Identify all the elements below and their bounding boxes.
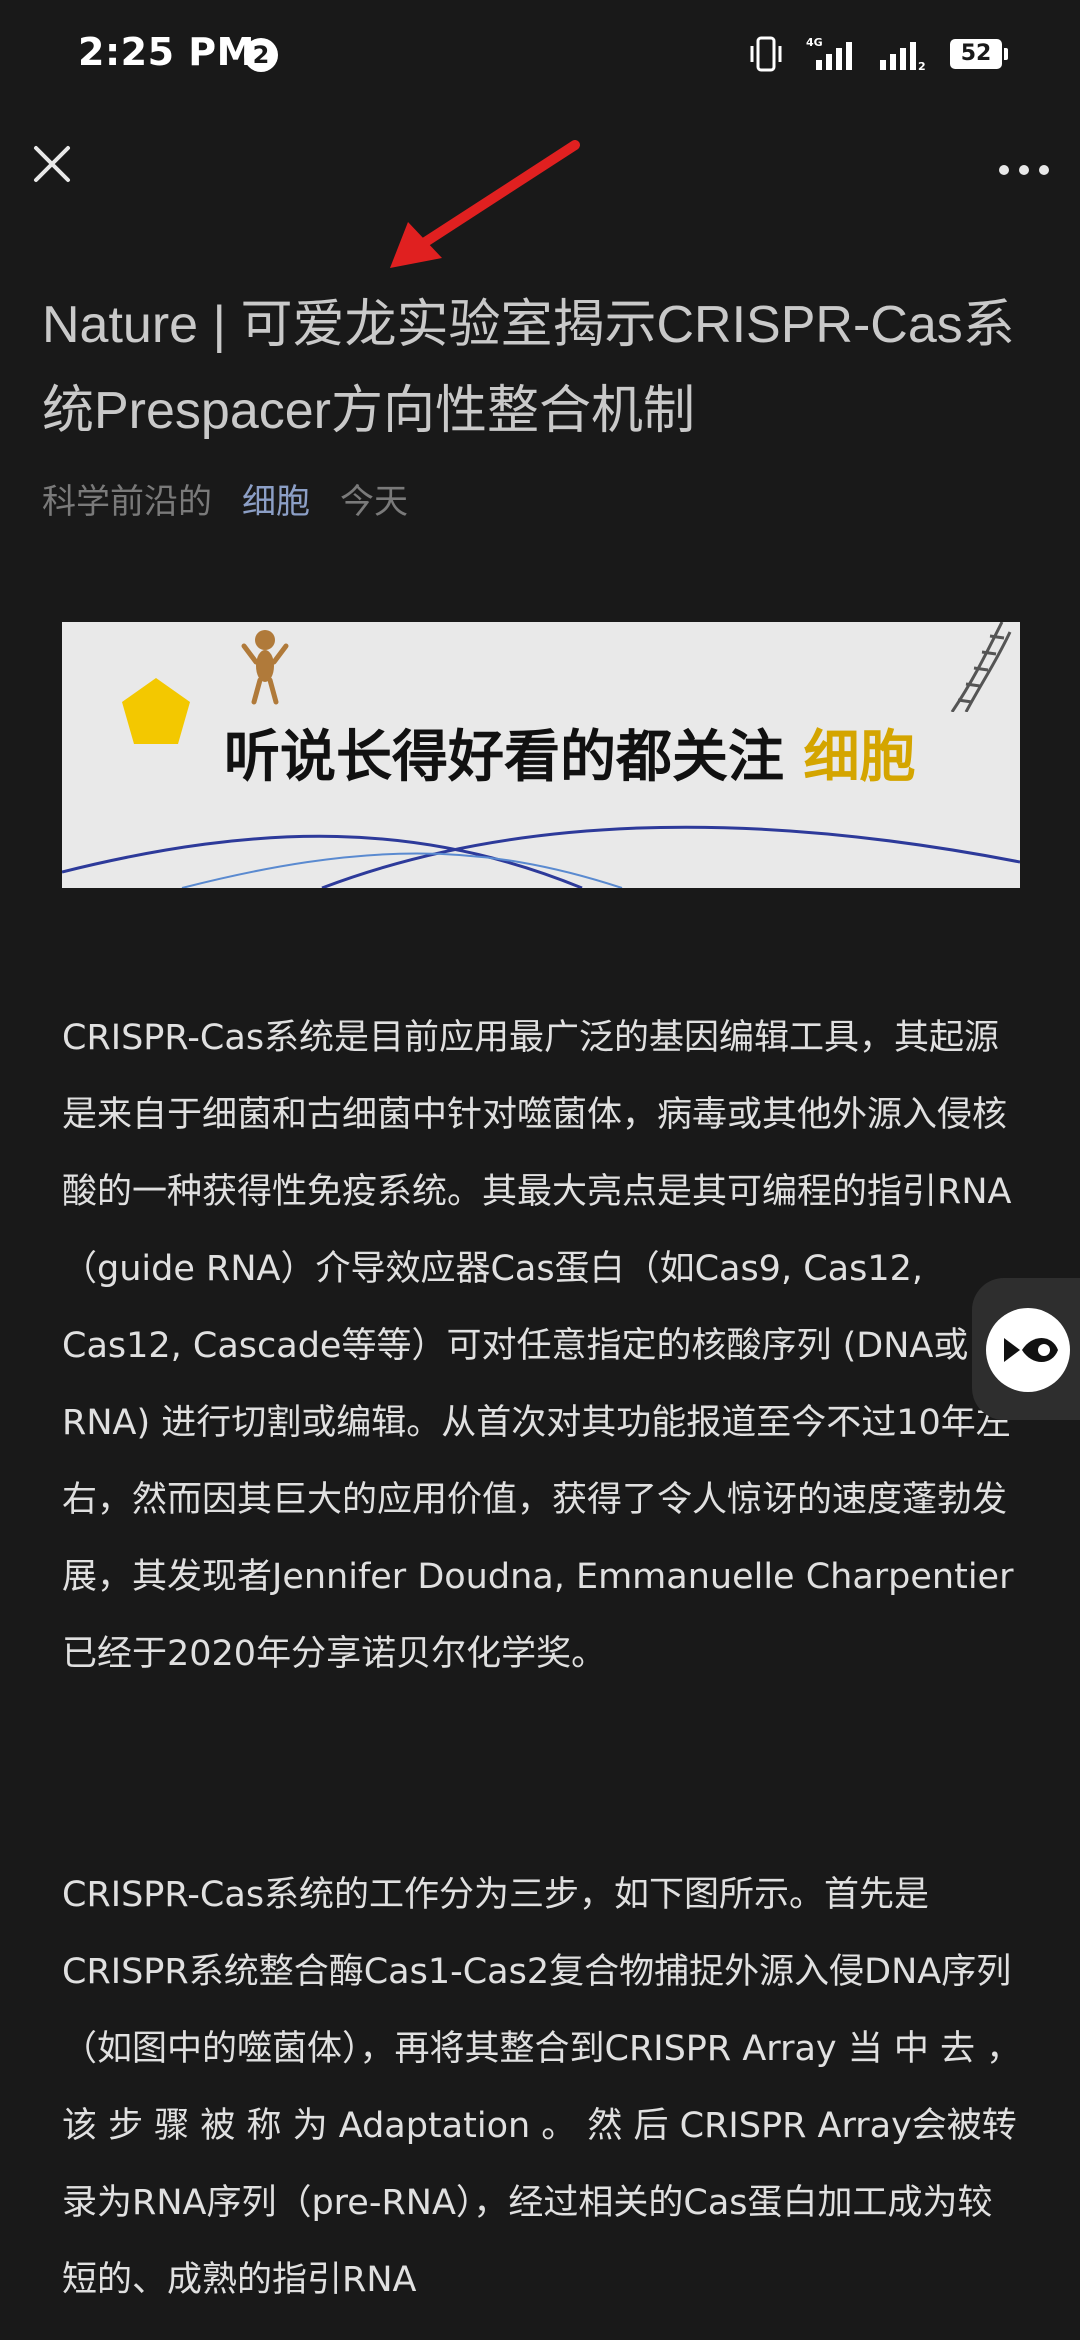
vibrate-icon	[750, 36, 782, 72]
account-link[interactable]: 细胞	[242, 474, 310, 523]
banner-text-main: 听说长得好看的都关注	[224, 725, 784, 790]
pentagon-logo-icon	[122, 678, 190, 744]
float-button-inner	[986, 1308, 1070, 1392]
signal-sim2-icon: 2	[880, 42, 926, 73]
svg-text:4G: 4G	[806, 36, 823, 49]
article-title: Nature | 可爱龙实验室揭示CRISPR-Cas系统Prespacer方向…	[42, 296, 1015, 440]
status-time: 2:25 PM	[78, 30, 255, 74]
banner-wave-lines	[62, 825, 1020, 888]
article-date: 今天	[340, 482, 408, 522]
banner-text-highlight: 细胞	[803, 725, 916, 790]
more-horizontal-icon[interactable]	[996, 150, 1052, 190]
article-meta: 科学前沿的 细胞 今天	[42, 474, 408, 523]
header-banner-image: 听说长得好看的都关注 细胞	[62, 622, 1020, 888]
article-paragraph-1: CRISPR-Cas系统是目前应用最广泛的基因编辑工具，其起源是来自于细菌和古细…	[62, 1018, 1014, 1674]
dna-icon	[950, 622, 1012, 712]
svg-text:2: 2	[918, 60, 926, 73]
annotation-arrow-icon	[390, 140, 580, 268]
status-bar: 2:25 PM 2 4G 2 52	[0, 0, 1080, 110]
signal-4g-icon: 4G	[806, 36, 852, 70]
floating-action-button[interactable]	[972, 1278, 1080, 1420]
banner-slogan: 听说长得好看的都关注 细胞	[224, 712, 916, 793]
monkey-icon	[241, 630, 289, 705]
fish-icon	[1004, 1338, 1058, 1362]
article-source: 科学前沿的	[42, 482, 212, 522]
system-icons: 4G 2 52	[746, 34, 1008, 74]
notification-badge: 2	[244, 38, 278, 72]
close-icon[interactable]	[28, 140, 76, 188]
article-paragraph-2: CRISPR-Cas系统的工作分为三步，如下图所示。首先是CRISPR系统整合酶…	[62, 1875, 1022, 2300]
battery-icon: 52	[950, 39, 1008, 69]
